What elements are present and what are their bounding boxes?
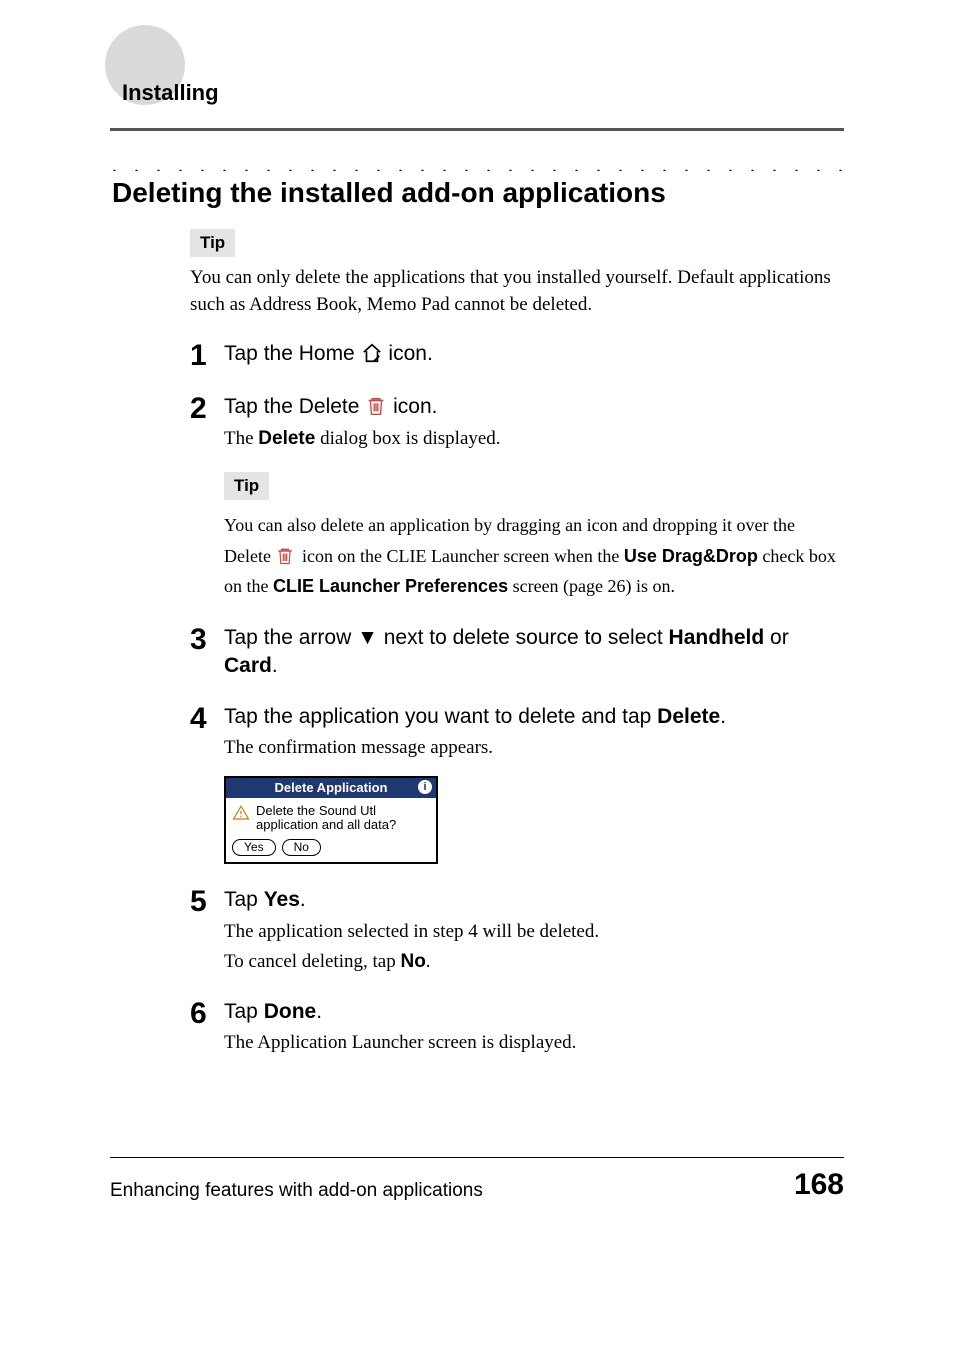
step-4-pre: Tap the application you want to delete a…	[224, 705, 657, 728]
step-2-post: icon.	[393, 395, 437, 418]
step-5-sub1: The application selected in step 4 will …	[224, 919, 844, 946]
home-icon	[361, 342, 383, 364]
dialog-no-button[interactable]: No	[282, 839, 321, 856]
step-5-sub2-bold: No	[400, 951, 425, 972]
step-3-end: .	[272, 654, 278, 677]
tip2-t3-bold: CLIE Launcher Preferences	[273, 576, 508, 596]
dialog-message: Delete the Sound Utl application and all…	[256, 802, 432, 834]
tip2-t2-mid: icon on the CLIE Launcher screen when th…	[302, 546, 624, 566]
delete-trash-icon	[275, 545, 297, 567]
step-2-pre: Tap the Delete	[224, 395, 365, 418]
header-rule	[110, 128, 844, 131]
step-6-end: .	[316, 1000, 322, 1023]
tip2-t3-post: screen (page 26) is on.	[508, 576, 675, 596]
step-number: 3	[190, 624, 224, 655]
dialog-yes-button[interactable]: Yes	[232, 839, 276, 856]
intro-tip-block: Tip You can only delete the applications…	[190, 229, 844, 318]
step-number: 6	[190, 998, 224, 1029]
step-5-sub2-end: .	[426, 951, 431, 972]
down-arrow-icon: ▼	[357, 626, 378, 649]
step-3-pre: Tap the arrow	[224, 626, 357, 649]
step-4-headline: Tap the application you want to delete a…	[224, 703, 844, 731]
step-5-pre: Tap	[224, 888, 264, 911]
step-2-sub-post: dialog box is displayed.	[315, 428, 500, 449]
step-5: 5 Tap Yes. The application selected in s…	[190, 886, 844, 976]
step-2-tip-body: You can also delete an application by dr…	[224, 510, 844, 602]
step-3: 3 Tap the arrow ▼ next to delete source …	[190, 624, 844, 681]
info-icon[interactable]: i	[418, 780, 432, 794]
step-2-headline: Tap the Delete icon.	[224, 393, 844, 421]
step-2-sub-pre: The	[224, 428, 258, 449]
warning-icon	[232, 802, 250, 825]
step-5-end: .	[300, 888, 306, 911]
step-1-post: icon.	[388, 342, 432, 365]
step-4-bold: Delete	[657, 705, 720, 728]
step-2-sub: The Delete dialog box is displayed.	[224, 426, 844, 453]
confirmation-dialog: Delete Application i Delete the Sound Ut…	[224, 776, 844, 865]
step-3-headline: Tap the arrow ▼ next to delete source to…	[224, 624, 844, 681]
step-1: 1 Tap the Home icon.	[190, 340, 844, 371]
step-4-end: .	[720, 705, 726, 728]
step-6-bold: Done	[264, 1000, 317, 1023]
step-3-join: or	[764, 626, 789, 649]
tip2-t2-post: check	[758, 546, 809, 566]
footer-rule	[110, 1157, 844, 1158]
step-3-bold-b: Card	[224, 654, 272, 677]
header-band: Installing	[110, 60, 844, 120]
footer-page-number: 168	[794, 1168, 844, 1202]
step-6: 6 Tap Done. The Application Launcher scr…	[190, 998, 844, 1057]
step-5-sub2: To cancel deleting, tap No.	[224, 949, 844, 976]
header-section-label: Installing	[110, 60, 844, 106]
step-number: 2	[190, 393, 224, 424]
tip2-t2-pre: Delete	[224, 546, 275, 566]
tip-label: Tip	[224, 472, 269, 500]
step-6-headline: Tap Done.	[224, 998, 844, 1026]
step-2: 2 Tap the Delete icon. The Delete dialog…	[190, 393, 844, 452]
step-6-pre: Tap	[224, 1000, 264, 1023]
step-number: 5	[190, 886, 224, 917]
tip2-t2-bold: Use Drag&Drop	[624, 546, 758, 566]
step-5-sub2-pre: To cancel deleting, tap	[224, 951, 400, 972]
step-3-mid: next to delete source to select	[378, 626, 669, 649]
footer: Enhancing features with add-on applicati…	[110, 1168, 844, 1202]
step-2-sub-bold: Delete	[258, 428, 315, 449]
step-number: 1	[190, 340, 224, 371]
footer-chapter: Enhancing features with add-on applicati…	[110, 1180, 483, 1202]
step-5-headline: Tap Yes.	[224, 886, 844, 914]
tip-label: Tip	[190, 229, 235, 257]
dialog-title: Delete Application	[275, 780, 388, 795]
step-3-bold-a: Handheld	[669, 626, 765, 649]
step-1-headline: Tap the Home icon.	[224, 340, 844, 368]
step-4-sub: The confirmation message appears.	[224, 735, 844, 762]
step-4: 4 Tap the application you want to delete…	[190, 703, 844, 762]
dialog-titlebar: Delete Application i	[226, 778, 436, 798]
tip2-t1: You can also delete an application by dr…	[224, 515, 795, 535]
section-title: Deleting the installed add-on applicatio…	[112, 177, 842, 209]
step-number: 4	[190, 703, 224, 734]
step-5-bold: Yes	[264, 888, 300, 911]
dotted-separator: . . . . . . . . . . . . . . . . . . . . …	[110, 161, 844, 171]
step-1-pre: Tap the Home	[224, 342, 361, 365]
step-2-tip-block: Tip You can also delete an application b…	[224, 460, 844, 602]
delete-trash-icon	[365, 395, 387, 417]
step-6-sub: The Application Launcher screen is displ…	[224, 1030, 844, 1057]
intro-tip-text: You can only delete the applications tha…	[190, 265, 844, 318]
